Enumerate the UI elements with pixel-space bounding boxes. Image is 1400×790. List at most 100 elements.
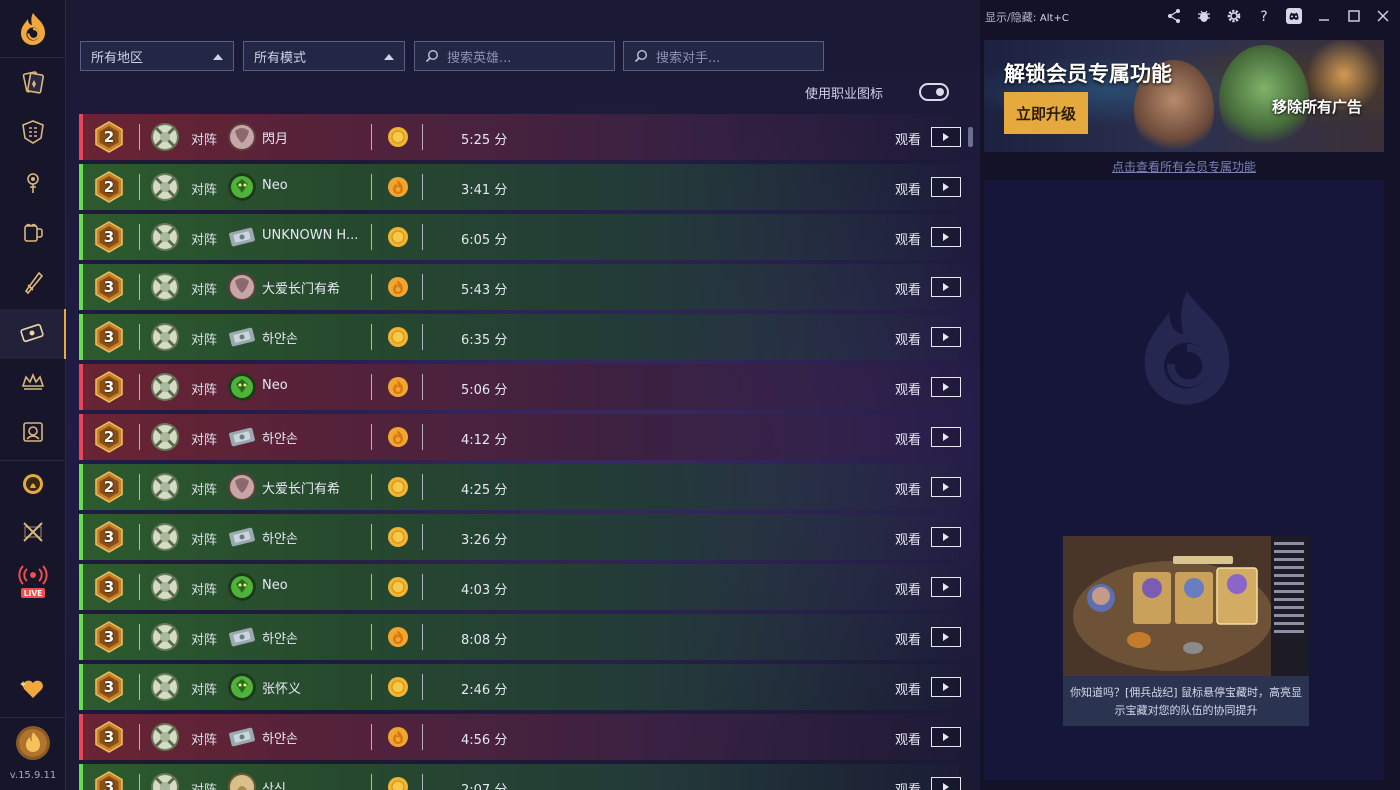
opponent-name[interactable]: 大爱长门有希 bbox=[262, 478, 340, 497]
opponent-name[interactable]: 하얀손 bbox=[262, 428, 298, 447]
match-row[interactable]: 2 对阵 Neo 3:41 分 观看 bbox=[79, 164, 961, 210]
play-replay-button[interactable] bbox=[931, 377, 961, 397]
discord-icon[interactable] bbox=[1285, 7, 1303, 25]
app-logo-icon[interactable] bbox=[0, 0, 66, 58]
play-replay-button[interactable] bbox=[931, 627, 961, 647]
share-icon[interactable] bbox=[1165, 7, 1183, 25]
opponent-name[interactable]: 산신 bbox=[262, 778, 286, 790]
class-icon-toggle[interactable] bbox=[919, 83, 949, 101]
nav-cards[interactable] bbox=[0, 59, 66, 109]
match-row[interactable]: 3 对阵 하얀손 6:35 分 观看 bbox=[79, 314, 961, 360]
settings-gear-icon[interactable] bbox=[1225, 7, 1243, 25]
nav-live[interactable]: LIVE bbox=[0, 559, 66, 607]
close-icon[interactable] bbox=[1374, 7, 1392, 25]
nav-heroes[interactable] bbox=[0, 409, 66, 459]
nav-battlegrounds[interactable] bbox=[0, 209, 66, 259]
opponent-name[interactable]: 张怀义 bbox=[262, 678, 301, 697]
watch-label[interactable]: 观看 bbox=[895, 579, 921, 598]
watch-label[interactable]: 观看 bbox=[895, 229, 921, 248]
nav-arena[interactable] bbox=[0, 159, 66, 209]
nav-pvp[interactable] bbox=[0, 509, 66, 559]
nav-decks[interactable] bbox=[0, 109, 66, 159]
my-hero-icon bbox=[150, 472, 180, 502]
opponent-name[interactable]: 하얀손 bbox=[262, 528, 298, 547]
help-icon[interactable]: ? bbox=[1255, 7, 1273, 25]
watch-label[interactable]: 观看 bbox=[895, 479, 921, 498]
opponent-name[interactable]: 하얀손 bbox=[262, 328, 298, 347]
watch-label[interactable]: 观看 bbox=[895, 629, 921, 648]
play-replay-button[interactable] bbox=[931, 727, 961, 747]
ticket-opponent-icon bbox=[227, 322, 257, 352]
profile-button[interactable] bbox=[0, 720, 66, 770]
match-row[interactable]: 3 对阵 张怀义 2:46 分 观看 bbox=[79, 664, 961, 710]
match-row[interactable]: 3 对阵 하얀손 8:08 分 观看 bbox=[79, 614, 961, 660]
play-replay-button[interactable] bbox=[931, 327, 961, 347]
watch-label[interactable]: 观看 bbox=[895, 779, 921, 790]
match-duration: 4:56 分 bbox=[461, 733, 508, 748]
upgrade-now-button[interactable]: 立即升级 bbox=[1004, 92, 1088, 134]
watch-label[interactable]: 观看 bbox=[895, 379, 921, 398]
column-divider bbox=[139, 124, 140, 150]
match-row[interactable]: 3 对阵 Neo 4:03 分 观看 bbox=[79, 564, 961, 610]
opponent-name[interactable]: Neo bbox=[262, 178, 288, 193]
watch-label[interactable]: 观看 bbox=[895, 729, 921, 748]
play-replay-button[interactable] bbox=[931, 677, 961, 697]
mode-dropdown[interactable]: 所有模式 bbox=[243, 41, 405, 71]
ticket-opponent-icon bbox=[227, 622, 257, 652]
match-row[interactable]: 3 对阵 Neo 5:06 分 观看 bbox=[79, 364, 961, 410]
play-replay-button[interactable] bbox=[931, 127, 961, 147]
rank-number: 2 bbox=[103, 178, 115, 196]
column-divider bbox=[371, 174, 372, 200]
column-divider bbox=[139, 724, 140, 750]
watch-label[interactable]: 观看 bbox=[895, 329, 921, 348]
my-hero-icon bbox=[150, 322, 180, 352]
opponent-name[interactable]: 하얀손 bbox=[262, 628, 298, 647]
nav-mercenaries[interactable] bbox=[0, 309, 66, 359]
opponent-name[interactable]: Neo bbox=[262, 578, 288, 593]
match-row[interactable]: 3 对阵 하얀손 4:56 分 观看 bbox=[79, 714, 961, 760]
opponent-name[interactable]: UNKNOWN H... bbox=[262, 228, 358, 243]
match-row[interactable]: 3 对阵 UNKNOWN H... 6:05 分 观看 bbox=[79, 214, 961, 260]
play-replay-button[interactable] bbox=[931, 227, 961, 247]
nav-ranked[interactable] bbox=[0, 359, 66, 409]
play-replay-button[interactable] bbox=[931, 427, 961, 447]
watch-label[interactable]: 观看 bbox=[895, 279, 921, 298]
region-dropdown[interactable]: 所有地区 bbox=[80, 41, 234, 71]
nav-mercenary-badges[interactable] bbox=[0, 461, 66, 511]
match-row[interactable]: 2 对阵 大爱长门有希 4:25 分 观看 bbox=[79, 464, 961, 510]
watch-label[interactable]: 观看 bbox=[895, 429, 921, 448]
opponent-name[interactable]: Neo bbox=[262, 378, 288, 393]
match-row[interactable]: 2 对阵 하얀손 4:12 分 观看 bbox=[79, 414, 961, 460]
list-scrollbar[interactable] bbox=[968, 127, 973, 147]
minimize-icon[interactable] bbox=[1315, 7, 1333, 25]
play-replay-button[interactable] bbox=[931, 277, 961, 297]
match-row[interactable]: 2 对阵 閃月 5:25 分 观看 bbox=[79, 114, 961, 160]
premium-features-link[interactable]: 点击查看所有会员专属功能 bbox=[980, 158, 1388, 175]
ticket-opponent-icon bbox=[227, 722, 257, 752]
play-replay-button[interactable] bbox=[931, 177, 961, 197]
play-replay-button[interactable] bbox=[931, 577, 961, 597]
nav-duels[interactable] bbox=[0, 259, 66, 309]
maximize-icon[interactable] bbox=[1345, 7, 1363, 25]
match-row[interactable]: 3 对阵 산신 2:07 分 观看 bbox=[79, 764, 961, 790]
watch-label[interactable]: 观看 bbox=[895, 679, 921, 698]
play-replay-button[interactable] bbox=[931, 477, 961, 497]
bug-report-icon[interactable] bbox=[1195, 7, 1213, 25]
play-replay-button[interactable] bbox=[931, 527, 961, 547]
watch-label[interactable]: 观看 bbox=[895, 129, 921, 148]
watch-label[interactable]: 观看 bbox=[895, 529, 921, 548]
column-divider bbox=[139, 374, 140, 400]
opponent-name[interactable]: 大爱长门有希 bbox=[262, 278, 340, 297]
match-row[interactable]: 3 对阵 하얀손 3:26 分 观看 bbox=[79, 514, 961, 560]
opponent-name[interactable]: 閃月 bbox=[262, 128, 288, 147]
hero-search-input[interactable]: 搜索英雄... bbox=[414, 41, 615, 71]
rank-number: 3 bbox=[103, 628, 115, 646]
match-row[interactable]: 3 对阵 大爱长门有希 5:43 分 观看 bbox=[79, 264, 961, 310]
ad-area: 你知道吗？[佣兵战纪] 鼠标悬停宝藏时，高亮显示宝藏对您的队伍的协同提升 bbox=[984, 180, 1384, 780]
watch-label[interactable]: 观看 bbox=[895, 179, 921, 198]
opponent-search-input[interactable]: 搜索对手... bbox=[623, 41, 824, 71]
nav-favorites[interactable] bbox=[0, 666, 66, 716]
play-replay-button[interactable] bbox=[931, 777, 961, 790]
opponent-name[interactable]: 하얀손 bbox=[262, 728, 298, 747]
premium-promo-banner[interactable]: 解锁会员专属功能 立即升级 移除所有广告 bbox=[984, 40, 1384, 152]
